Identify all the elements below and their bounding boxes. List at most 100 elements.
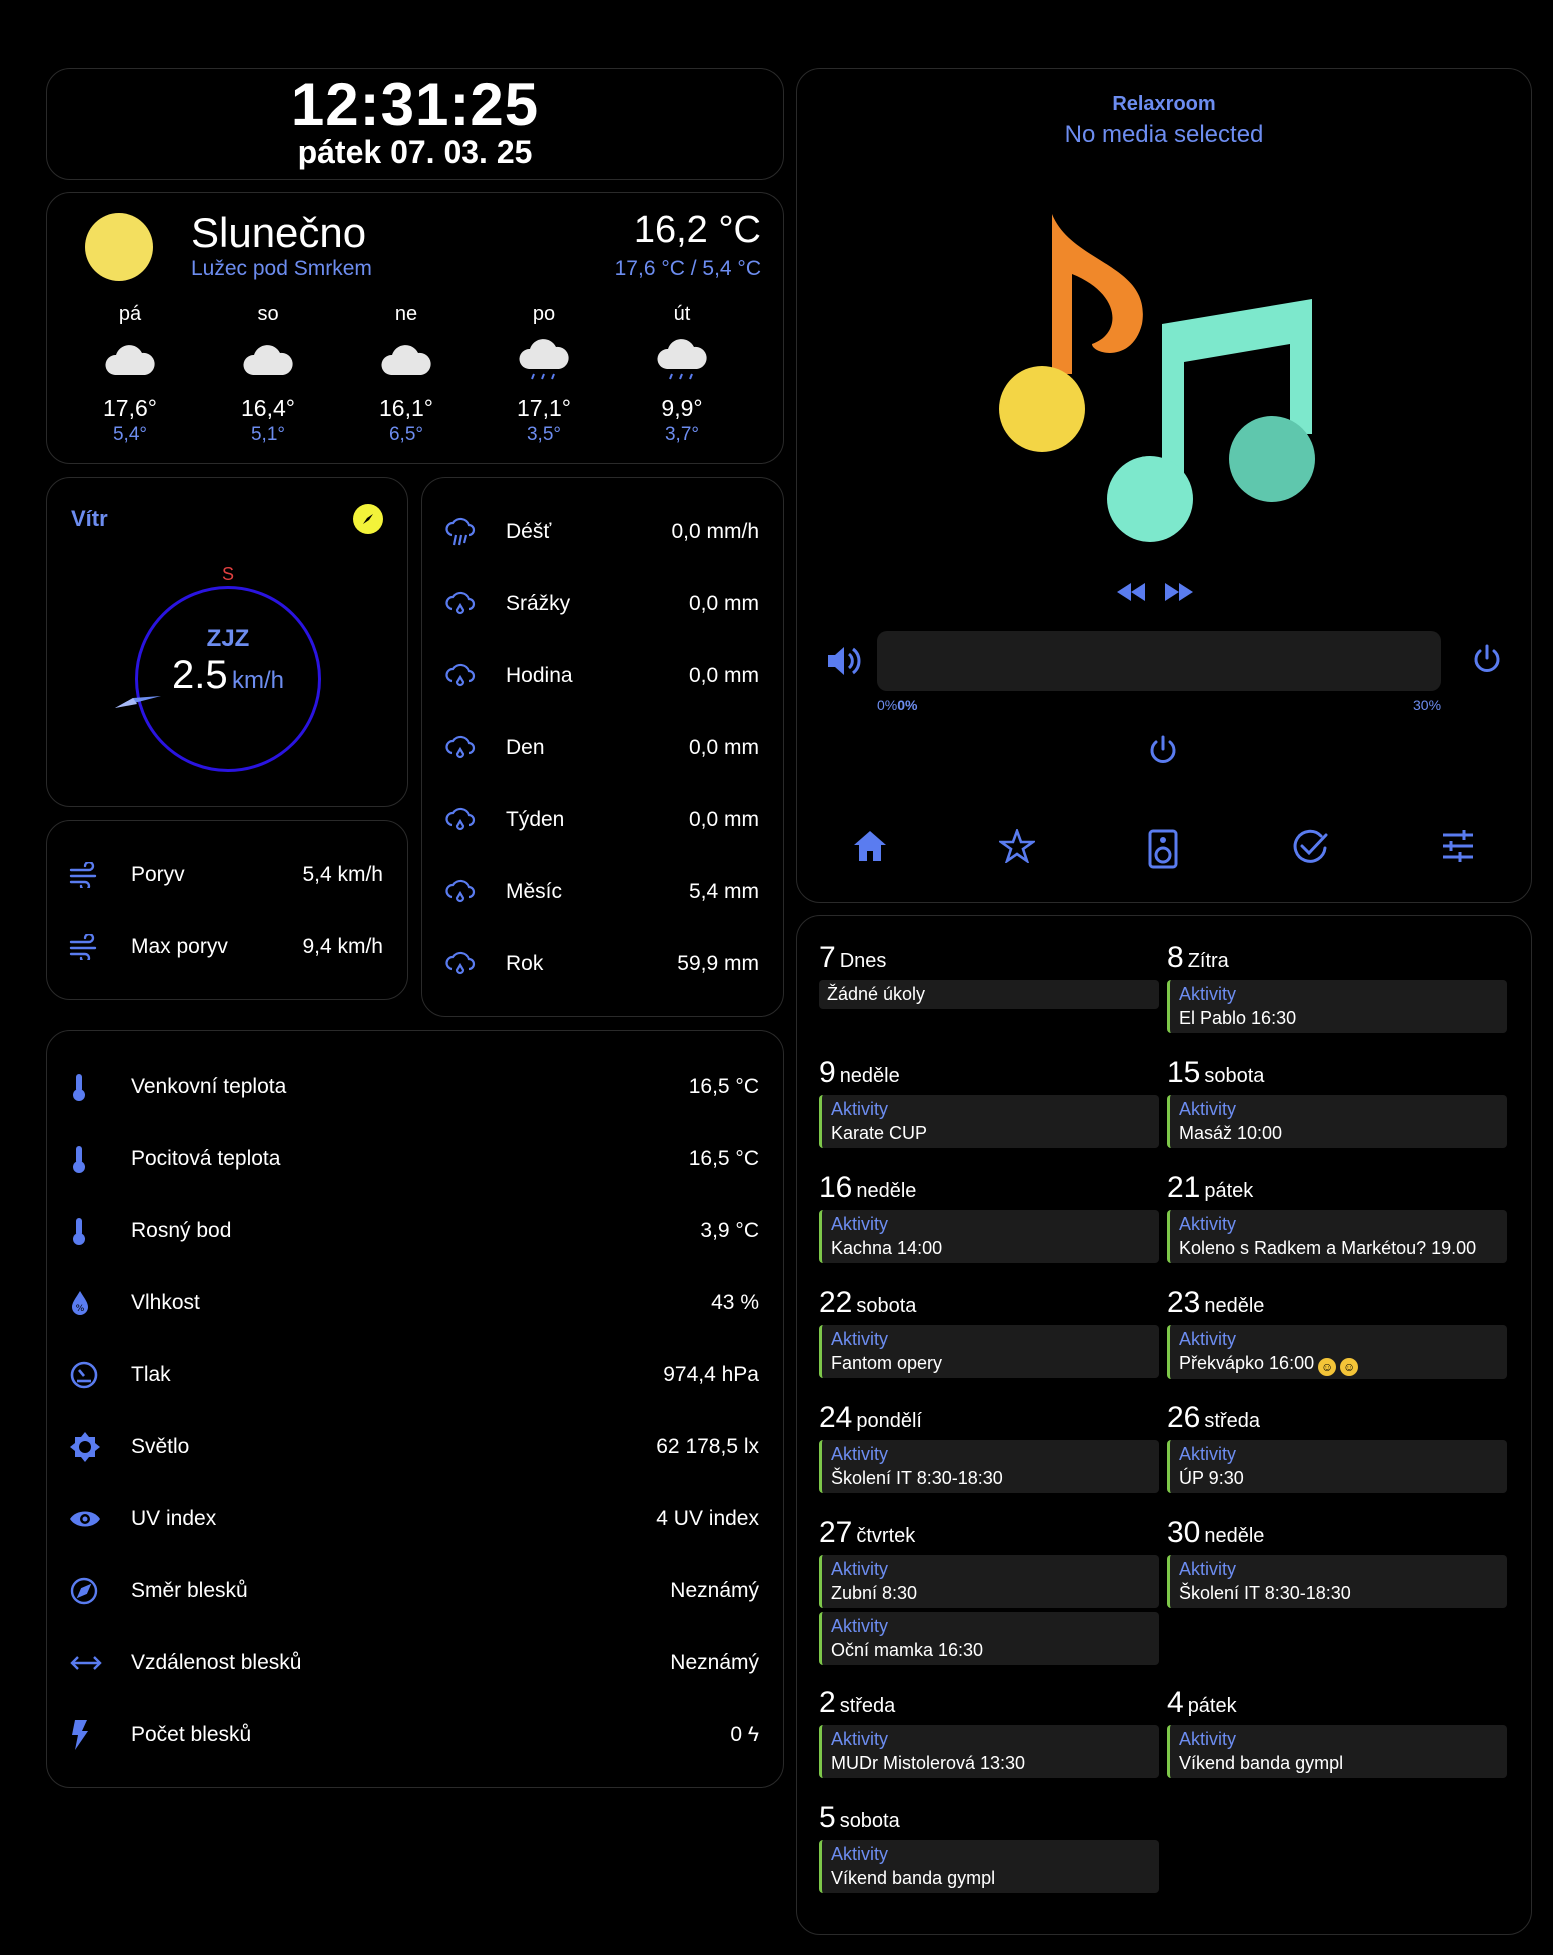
calendar-event[interactable]: Aktivity Školení IT 8:30-18:30	[819, 1440, 1159, 1493]
cloud-rain-icon	[613, 333, 751, 389]
calendar-event[interactable]: Aktivity Školení IT 8:30-18:30	[1167, 1555, 1507, 1608]
gust-row: Max poryv 9,4 km/h	[47, 911, 407, 983]
forecast-high: 17,6°	[103, 395, 157, 421]
sensor-label: Vzdálenost blesků	[131, 1651, 302, 1674]
sensor-label: Počet blesků	[131, 1723, 252, 1746]
calendar-event[interactable]: Aktivity Koleno s Radkem a Markétou? 19.0…	[1167, 1210, 1507, 1263]
calendar-day-number: 16	[819, 1171, 853, 1204]
calendar-event[interactable]: Aktivity Oční mamka 16:30	[819, 1612, 1159, 1665]
compass-icon	[353, 504, 383, 534]
sensor-row: Venkovní teplota 16,5 °C	[47, 1051, 783, 1123]
calendar-event[interactable]: Žádné úkoly	[819, 980, 1159, 1009]
calendar-event[interactable]: Aktivity Víkend banda gympl	[1167, 1725, 1507, 1778]
wind-speed: 2.5 km/h	[138, 653, 318, 698]
calendar-event[interactable]: Aktivity Masáž 10:00	[1167, 1095, 1507, 1148]
forecast-day: út 9,9° 3,7°	[613, 303, 751, 446]
sensor-value: 16,5 °C	[688, 1075, 759, 1098]
wind-direction: ZJZ	[206, 625, 250, 652]
media-player-card[interactable]: Relaxroom No media selected 0%0% 30%	[796, 68, 1532, 903]
lightning-icon	[69, 1719, 131, 1751]
thermometer-icon	[69, 1072, 131, 1102]
gust-value: 5,4 km/h	[302, 863, 383, 886]
sensor-value: 974,4 hPa	[663, 1363, 759, 1386]
forecast-day-name: po	[532, 303, 556, 325]
tune-icon[interactable]	[1440, 829, 1476, 863]
forecast-day-name: so	[257, 303, 279, 325]
gust-card[interactable]: Poryv 5,4 km/h Max poryv 9,4 km/h	[46, 820, 408, 1000]
calendar-event[interactable]: Aktivity Karate CUP	[819, 1095, 1159, 1148]
gust-row: Poryv 5,4 km/h	[47, 839, 407, 911]
event-category: Aktivity	[831, 1329, 889, 1349]
calendar-event[interactable]: Aktivity El Pablo 16:30	[1167, 980, 1507, 1033]
calendar-event[interactable]: Aktivity Kachna 14:00	[819, 1210, 1159, 1263]
wind-card[interactable]: Vítr S ZJZ 2.5 km/h	[46, 477, 408, 807]
rain-value: 0,0 mm/h	[671, 520, 759, 543]
sensor-value: 43 %	[711, 1291, 759, 1314]
rain-card[interactable]: Déšť 0,0 mm/h Srážky 0,0 mm Hodina 0,0 m…	[421, 477, 784, 1017]
check-circle-icon[interactable]	[1291, 829, 1329, 863]
calendar-day: 26 středa Aktivity ÚP 9:30	[1167, 1400, 1507, 1493]
power-icon[interactable]	[1471, 643, 1503, 675]
calendar-event[interactable]: Aktivity Překvápko 16:00 ☺ ☺	[1167, 1325, 1507, 1379]
calendar-card[interactable]: 7 Dnes Žádné úkoly 8 Zítra Aktivity El Pabl…	[796, 915, 1532, 1935]
star-icon[interactable]	[998, 829, 1035, 863]
calendar-day-header: 9 neděle	[819, 1055, 1159, 1091]
calendar-event[interactable]: Aktivity Víkend banda gympl	[819, 1840, 1159, 1893]
arrows-horizontal-icon	[69, 1654, 131, 1672]
cloud-icon	[337, 333, 475, 389]
sensor-row: Pocitová teplota 16,5 °C	[47, 1123, 783, 1195]
weather-card[interactable]: Slunečno Lužec pod Smrkem 16,2 °C 17,6 °…	[46, 192, 784, 464]
rain-value: 0,0 mm	[688, 808, 759, 831]
weather-condition: Slunečno	[191, 209, 367, 256]
calendar-day-name: neděle	[856, 1180, 917, 1202]
sensor-value: 16,5 °C	[688, 1147, 759, 1170]
cloud-icon	[61, 333, 199, 389]
volume-current: 0%	[897, 697, 918, 713]
calendar-event[interactable]: Aktivity ÚP 9:30	[1167, 1440, 1507, 1493]
sun-icon	[85, 213, 153, 281]
sensor-value: 3,9 °C	[700, 1219, 759, 1242]
speaker-icon[interactable]	[1145, 829, 1181, 869]
sensor-label: Rosný bod	[131, 1219, 232, 1242]
event-text: Oční mamka 16:30	[831, 1640, 984, 1660]
weather-temperature: 16,2 °C	[633, 209, 761, 251]
power-icon[interactable]	[1147, 734, 1179, 766]
calendar-day-number: 21	[1167, 1171, 1201, 1204]
calendar-day-number: 4	[1167, 1686, 1184, 1719]
media-room: Relaxroom	[1112, 93, 1216, 115]
music-note-icon	[999, 214, 1315, 542]
rain-label: Týden	[506, 808, 565, 831]
calendar-day-number: 22	[819, 1286, 853, 1319]
volume-icon[interactable]	[825, 643, 861, 679]
sensor-row: Světlo 62 178,5 lx	[47, 1411, 783, 1483]
event-category: Aktivity	[831, 1214, 889, 1234]
event-category: Aktivity	[831, 1099, 889, 1119]
gust-value: 9,4 km/h	[302, 935, 383, 958]
volume-min-label: 0%	[877, 697, 898, 713]
calendar-day-name: čtvrtek	[856, 1525, 916, 1547]
calendar-day: 5 sobota Aktivity Víkend banda gympl	[819, 1800, 1159, 1893]
calendar-event[interactable]: Aktivity Fantom opery	[819, 1325, 1159, 1378]
weather-location: Lužec pod Smrkem	[191, 257, 372, 280]
rewind-icon[interactable]	[1115, 581, 1147, 603]
compass-cardinal: S	[222, 564, 235, 584]
event-category: Aktivity	[1179, 984, 1237, 1004]
humidity-icon: %	[69, 1289, 131, 1317]
calendar-day-header: 26 středa	[1167, 1400, 1507, 1436]
forecast-high: 17,1°	[517, 395, 571, 421]
calendar-event[interactable]: Aktivity MUDr Mistolerová 13:30	[819, 1725, 1159, 1778]
rain-drop-icon	[444, 877, 506, 907]
sensor-row: % Vlhkost 43 %	[47, 1267, 783, 1339]
calendar-day: 27 čtvrtek Aktivity Zubní 8:30 Aktivity Očn…	[819, 1515, 1159, 1665]
fast-forward-icon[interactable]	[1163, 581, 1195, 603]
calendar-event[interactable]: Aktivity Zubní 8:30	[819, 1555, 1159, 1608]
home-icon[interactable]	[852, 829, 888, 863]
sensor-value: 62 178,5 lx	[656, 1435, 759, 1458]
sensors-card[interactable]: Venkovní teplota 16,5 °C Pocitová teplot…	[46, 1030, 784, 1788]
grin-emoji-icon: ☺	[1340, 1358, 1359, 1376]
event-text-line: Překvápko 16:00 ☺ ☺	[1179, 1351, 1499, 1376]
rain-label: Měsíc	[506, 880, 563, 903]
volume-slider[interactable]	[877, 631, 1441, 691]
clock-time: 12:31:25	[290, 71, 540, 138]
rain-label: Hodina	[506, 664, 573, 687]
